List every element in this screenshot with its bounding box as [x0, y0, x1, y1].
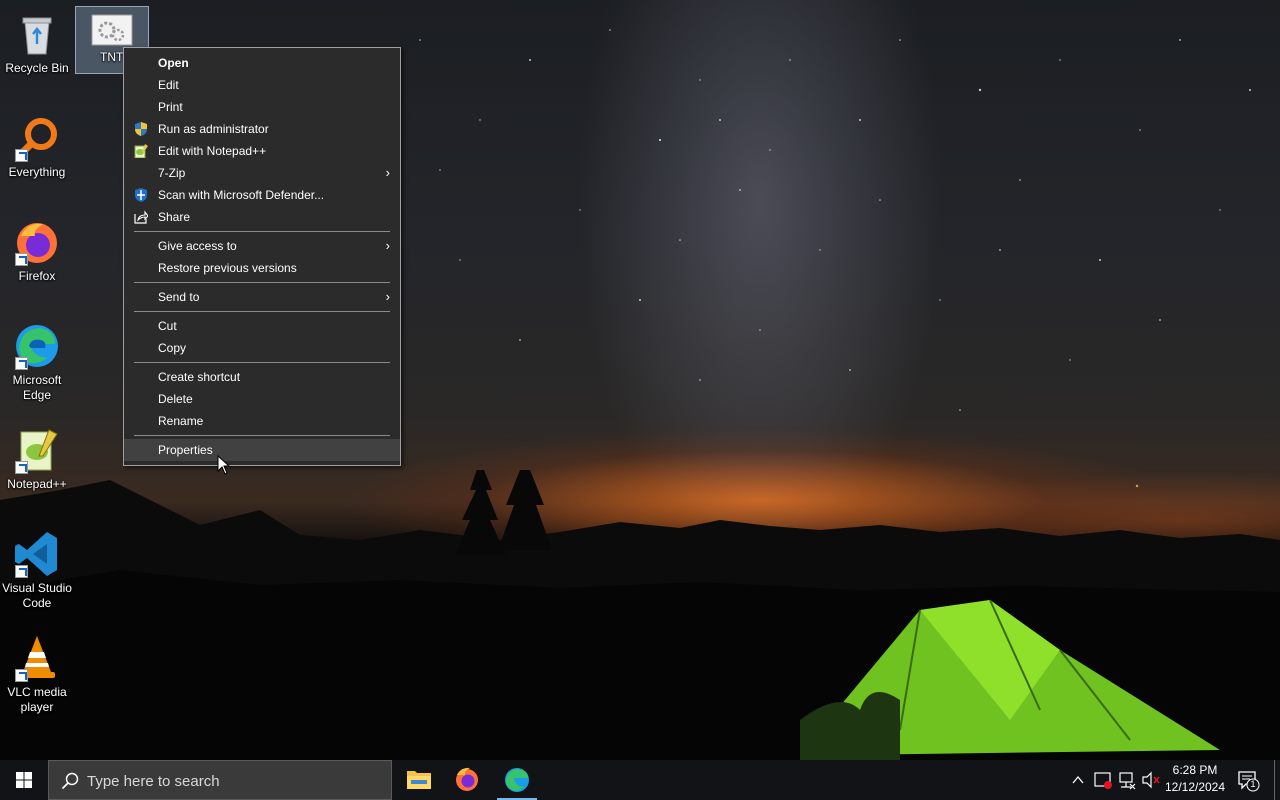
desktop-icon-label: VLC media player — [7, 685, 67, 714]
taskbar-clock[interactable]: 6:28 PM 12/12/2024 — [1162, 762, 1228, 796]
menu-item-label: Delete — [158, 392, 193, 406]
shortcut-arrow-icon — [15, 149, 28, 162]
search-icon — [61, 772, 79, 790]
menu-item-label: Create shortcut — [158, 370, 241, 384]
menu-item-label: Open — [158, 56, 189, 70]
search-input[interactable] — [87, 769, 377, 793]
recycle-bin-icon — [13, 10, 61, 58]
menu-item-7zip[interactable]: 7-Zip › — [124, 162, 400, 184]
desktop-icon-everything[interactable]: Everything — [0, 110, 74, 180]
menu-item-create-shortcut[interactable]: Create shortcut — [124, 366, 400, 388]
menu-item-label: Edit — [158, 78, 179, 92]
menu-item-label: Scan with Microsoft Defender... — [158, 188, 325, 202]
menu-item-label: Restore previous versions — [158, 261, 297, 275]
menu-item-give-access-to[interactable]: Give access to › — [124, 235, 400, 257]
edge-icon — [13, 322, 61, 370]
menu-item-label: Run as administrator — [158, 122, 269, 136]
menu-item-properties[interactable]: Properties — [124, 439, 400, 461]
menu-separator — [134, 282, 390, 283]
desktop-icon-label: Everything — [8, 165, 66, 179]
clock-time: 6:28 PM — [1172, 763, 1218, 777]
menu-item-print[interactable]: Print — [124, 96, 400, 118]
firefox-icon — [13, 218, 61, 266]
notification-count-badge: 1 — [1250, 779, 1256, 789]
menu-item-label: Rename — [158, 414, 204, 428]
menu-item-label: Share — [158, 210, 191, 224]
menu-item-send-to[interactable]: Send to › — [124, 286, 400, 308]
submenu-arrow-icon: › — [385, 289, 390, 304]
settings-file-icon — [90, 13, 134, 47]
desktop-icon-label: Microsoft Edge — [12, 373, 62, 402]
menu-item-label: Give access to — [158, 239, 237, 253]
menu-item-delete[interactable]: Delete — [124, 388, 400, 410]
vlc-icon — [13, 634, 61, 682]
uac-shield-icon — [135, 122, 147, 136]
desktop-icon-label: Visual Studio Code — [2, 581, 72, 610]
defender-icon — [135, 188, 147, 202]
menu-item-label: 7-Zip — [158, 166, 186, 180]
desktop-icon-label: Firefox — [18, 269, 56, 283]
clock-date: 12/12/2024 — [1164, 780, 1226, 794]
tent-illustration — [800, 599, 1220, 760]
taskbar: 6:28 PM 12/12/2024 1 — [0, 760, 1280, 800]
menu-item-edit[interactable]: Edit — [124, 74, 400, 96]
menu-item-rename[interactable]: Rename — [124, 410, 400, 432]
menu-item-copy[interactable]: Copy — [124, 337, 400, 359]
desktop-icon-vscode[interactable]: Visual Studio Code — [0, 526, 74, 611]
menu-item-edit-with-notepadpp[interactable]: Edit with Notepad++ — [124, 140, 400, 162]
desktop-icon-vlc[interactable]: VLC media player — [0, 630, 74, 715]
menu-separator — [134, 231, 390, 232]
taskbar-app-file-explorer[interactable] — [395, 760, 443, 800]
desktop-icon-notepadpp[interactable]: Notepad++ — [0, 422, 74, 492]
edge-icon — [505, 768, 529, 792]
firefox-icon — [456, 767, 478, 791]
shortcut-arrow-icon — [15, 461, 28, 474]
menu-item-label: Edit with Notepad++ — [158, 144, 267, 158]
menu-item-label: Properties — [158, 443, 213, 457]
tray-overflow-chevron-icon[interactable] — [1068, 760, 1088, 800]
menu-item-label: Send to — [158, 290, 200, 304]
menu-item-run-as-administrator[interactable]: Run as administrator — [124, 118, 400, 140]
shortcut-arrow-icon — [15, 669, 28, 682]
shortcut-arrow-icon — [15, 357, 28, 370]
share-icon — [134, 210, 148, 224]
menu-item-label: Cut — [158, 319, 177, 333]
shortcut-arrow-icon — [15, 253, 28, 266]
desktop-icon-firefox[interactable]: Firefox — [0, 214, 74, 284]
taskbar-app-firefox[interactable] — [443, 760, 491, 800]
windows-logo-icon — [16, 772, 32, 788]
desktop-icon-label: Recycle Bin — [5, 61, 69, 75]
menu-item-scan-defender[interactable]: Scan with Microsoft Defender... — [124, 184, 400, 206]
network-icon[interactable] — [1116, 760, 1138, 800]
submenu-arrow-icon: › — [385, 238, 390, 253]
notepadpp-icon — [13, 426, 61, 474]
security-warning-icon[interactable] — [1092, 760, 1114, 800]
desktop-icon-label: Notepad++ — [7, 477, 67, 491]
menu-separator — [134, 311, 390, 312]
start-button[interactable] — [0, 760, 48, 800]
submenu-arrow-icon: › — [385, 165, 390, 180]
shortcut-arrow-icon — [15, 565, 28, 578]
volume-muted-icon[interactable] — [1140, 760, 1162, 800]
vscode-icon — [13, 530, 61, 578]
menu-item-restore-previous-versions[interactable]: Restore previous versions — [124, 257, 400, 279]
menu-separator — [134, 362, 390, 363]
menu-item-open[interactable]: Open — [124, 52, 400, 74]
file-explorer-icon — [407, 771, 431, 789]
menu-item-cut[interactable]: Cut — [124, 315, 400, 337]
menu-item-label: Print — [158, 100, 183, 114]
desktop-icon-recycle-bin[interactable]: Recycle Bin — [0, 6, 74, 76]
notepadpp-icon — [134, 144, 148, 158]
menu-item-label: Copy — [158, 341, 187, 355]
menu-separator — [134, 435, 390, 436]
show-desktop-button[interactable] — [1274, 760, 1280, 800]
context-menu: Open Edit Print Run as administrator Edi… — [123, 47, 401, 466]
action-center-button[interactable]: 1 — [1236, 768, 1260, 792]
taskbar-app-edge[interactable] — [493, 760, 541, 800]
mouse-cursor-icon — [217, 455, 231, 475]
taskbar-search-box[interactable] — [48, 760, 392, 800]
desktop-icon-edge[interactable]: Microsoft Edge — [0, 318, 74, 403]
everything-search-icon — [13, 114, 61, 162]
menu-item-share[interactable]: Share — [124, 206, 400, 228]
